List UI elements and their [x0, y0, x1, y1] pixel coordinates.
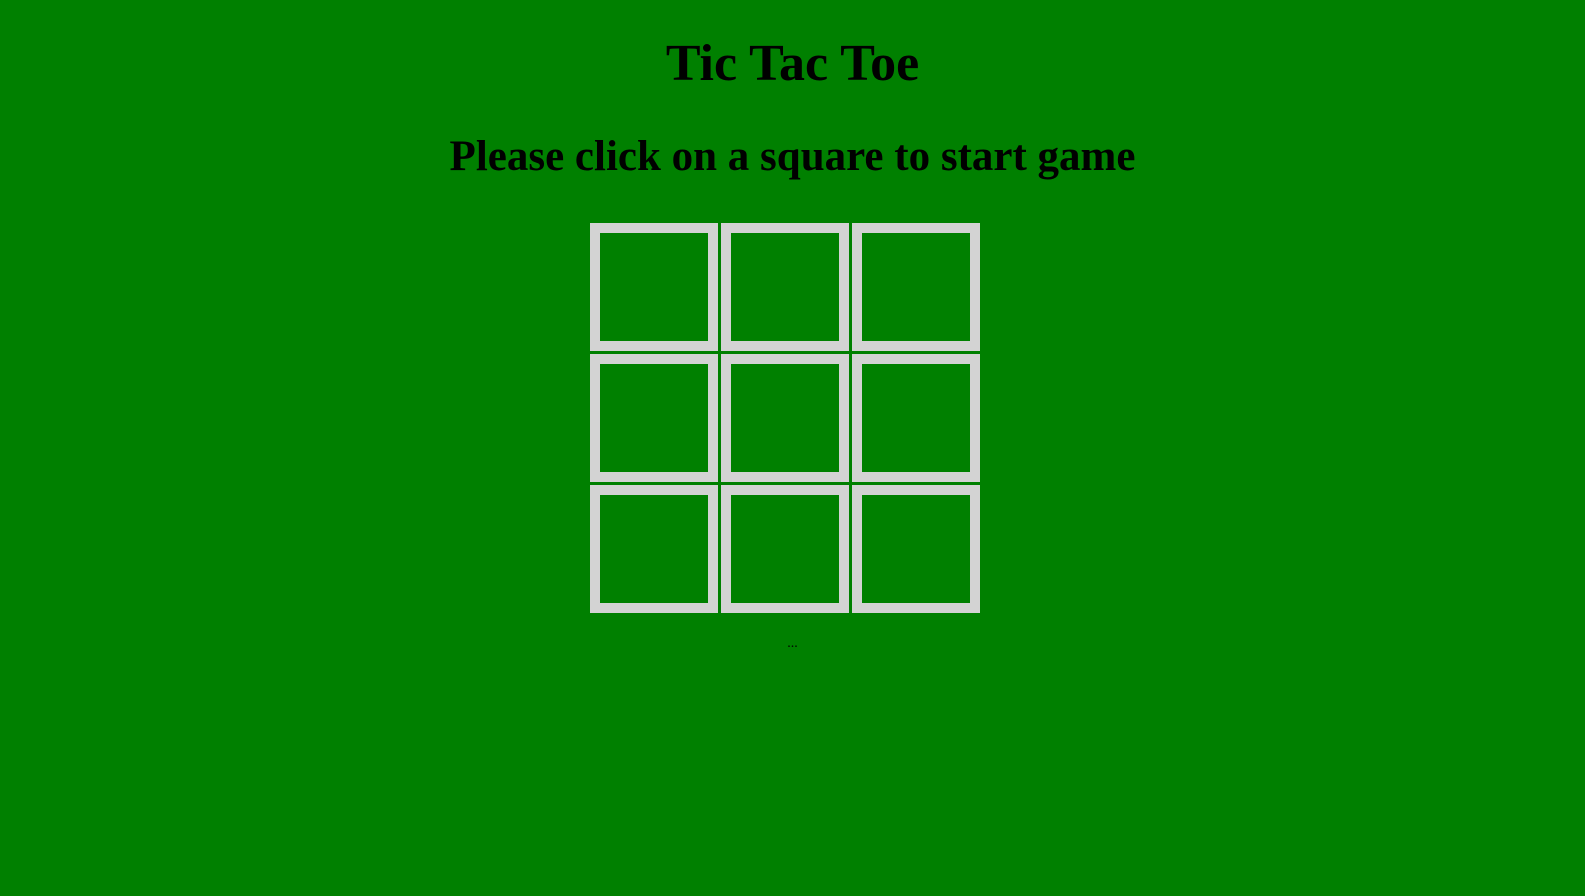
game-title: Tic Tac Toe — [665, 35, 920, 92]
board-cell-4[interactable] — [590, 354, 718, 482]
board-cell-5[interactable] — [721, 354, 849, 482]
board-cell-8[interactable] — [721, 485, 849, 613]
game-board — [590, 223, 984, 617]
game-status-message: Please click on a square to start game — [449, 133, 1136, 180]
board-cell-2[interactable] — [721, 223, 849, 351]
board-cell-3[interactable] — [852, 223, 980, 351]
board-cell-9[interactable] — [852, 485, 980, 613]
page: Tic Tac Toe Please click on a square to … — [0, 0, 1585, 896]
footer-text: ... — [787, 636, 798, 651]
board-cell-1[interactable] — [590, 223, 718, 351]
board-cell-6[interactable] — [852, 354, 980, 482]
board-cell-7[interactable] — [590, 485, 718, 613]
